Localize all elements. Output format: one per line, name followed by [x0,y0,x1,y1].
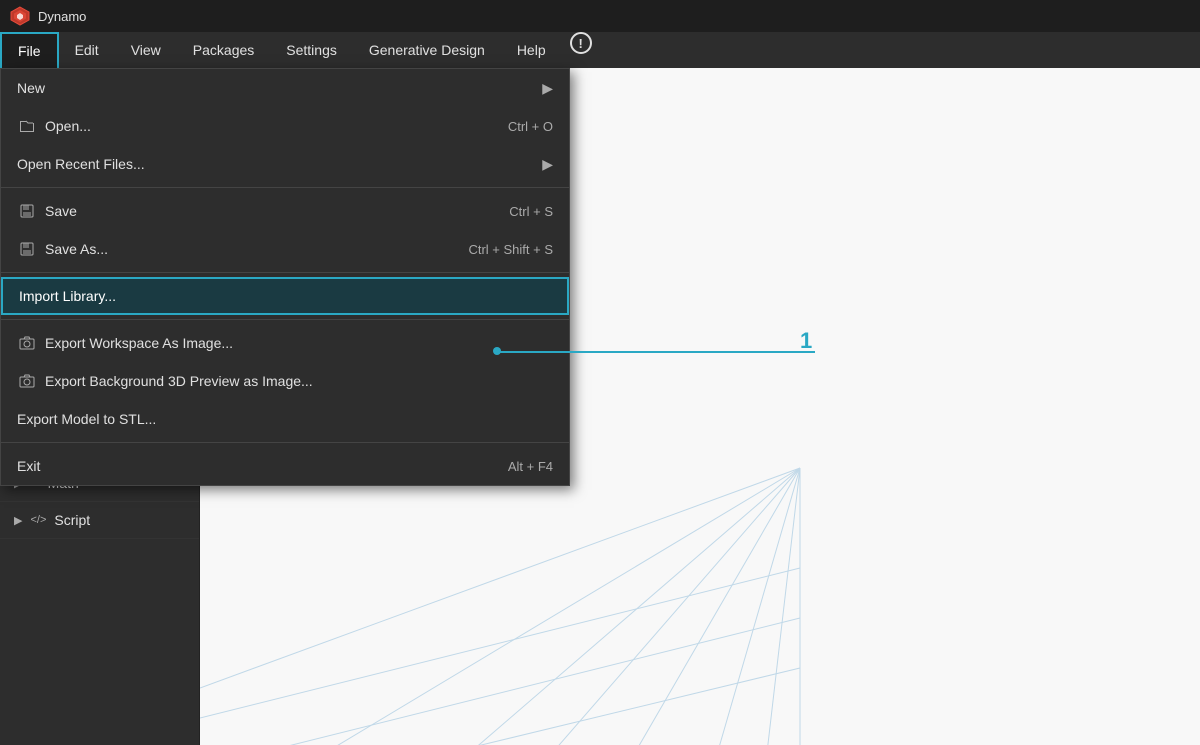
menu-item-export-image[interactable]: Export Workspace As Image... [1,324,569,362]
open-file-icon [17,116,37,136]
menu-item-save-as[interactable]: Save As... Ctrl + Shift + S [1,230,569,268]
menu-view[interactable]: View [115,32,177,68]
menu-packages[interactable]: Packages [177,32,270,68]
menu-item-import-library[interactable]: Import Library... [1,277,569,315]
sidebar-item-script-label: Script [54,512,90,528]
menu-item-save[interactable]: Save Ctrl + S [1,192,569,230]
menu-settings[interactable]: Settings [270,32,353,68]
separator-4 [1,442,569,443]
app-logo [10,6,30,26]
save-as-icon [17,239,37,259]
sidebar-item-script[interactable]: ▶ </> Script [0,502,199,539]
menu-help[interactable]: Help [501,32,562,68]
save-icon [17,201,37,221]
main-layout: New ▶ Open... Ctrl + O Open Recent Files… [0,68,1200,745]
info-icon[interactable]: ! [570,32,592,54]
menu-item-open[interactable]: Open... Ctrl + O [1,107,569,145]
file-dropdown-menu: New ▶ Open... Ctrl + O Open Recent Files… [0,68,570,486]
script-icon: </> [30,514,46,526]
menu-item-exit[interactable]: Exit Alt + F4 [1,447,569,485]
app-title: Dynamo [38,9,86,24]
separator-2 [1,272,569,273]
title-bar: Dynamo [0,0,1200,32]
menu-edit[interactable]: Edit [59,32,115,68]
expand-arrow-icon-script: ▶ [14,514,22,527]
menu-item-export-bg[interactable]: Export Background 3D Preview as Image... [1,362,569,400]
arrow-right-icon: ▶ [542,156,553,173]
annotation-number: 1 [800,328,812,354]
arrow-right-icon: ▶ [542,80,553,97]
camera-icon [17,333,37,353]
menu-item-open-recent[interactable]: Open Recent Files... ▶ [1,145,569,183]
separator-1 [1,187,569,188]
menu-bar: File Edit View Packages Settings Generat… [0,32,1200,68]
separator-3 [1,319,569,320]
sidebar: New ▶ Open... Ctrl + O Open Recent Files… [0,68,200,745]
menu-item-new[interactable]: New ▶ [1,69,569,107]
camera-3d-icon [17,371,37,391]
menu-file[interactable]: File [0,32,59,68]
menu-item-export-stl[interactable]: Export Model to STL... [1,400,569,438]
menu-generative-design[interactable]: Generative Design [353,32,501,68]
annotation-line [495,351,815,353]
